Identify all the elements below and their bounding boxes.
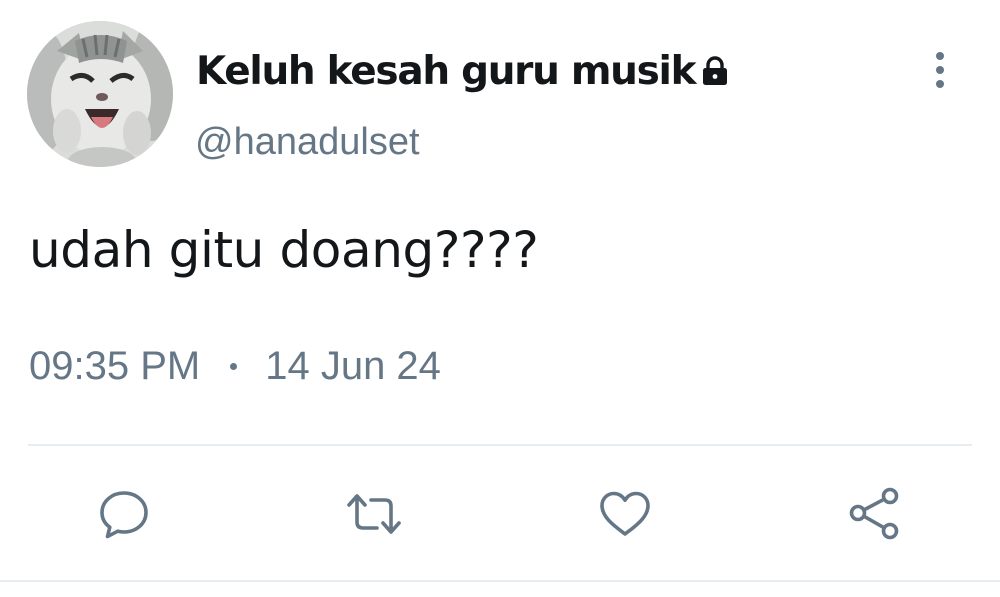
divider	[28, 444, 972, 446]
like-button[interactable]	[597, 486, 653, 542]
tweet-timestamp[interactable]: 09:35 PM 14 Jun 24	[29, 344, 441, 389]
tweet-time[interactable]: 09:35 PM	[29, 344, 200, 389]
more-options-icon[interactable]	[926, 49, 954, 91]
author-display-name[interactable]: Keluh kesah guru musik	[196, 49, 697, 94]
retweet-icon	[347, 494, 401, 534]
cat-avatar-image	[27, 21, 173, 167]
bottom-divider	[0, 580, 1000, 582]
tweet-text: udah gitu doang????	[29, 221, 539, 279]
reply-button[interactable]	[96, 486, 152, 542]
lock-icon	[703, 56, 728, 85]
share-button[interactable]	[847, 486, 903, 542]
heart-icon	[600, 491, 650, 536]
avatar[interactable]	[27, 21, 173, 167]
author-name-row[interactable]: Keluh kesah guru musik	[196, 43, 732, 99]
retweet-button[interactable]	[346, 486, 402, 542]
share-icon	[849, 487, 899, 540]
tweet-date[interactable]: 14 Jun 24	[265, 344, 441, 389]
author-handle[interactable]: @hanadulset	[195, 121, 420, 164]
separator-dot	[230, 363, 238, 370]
speech-bubble-icon	[100, 491, 148, 539]
